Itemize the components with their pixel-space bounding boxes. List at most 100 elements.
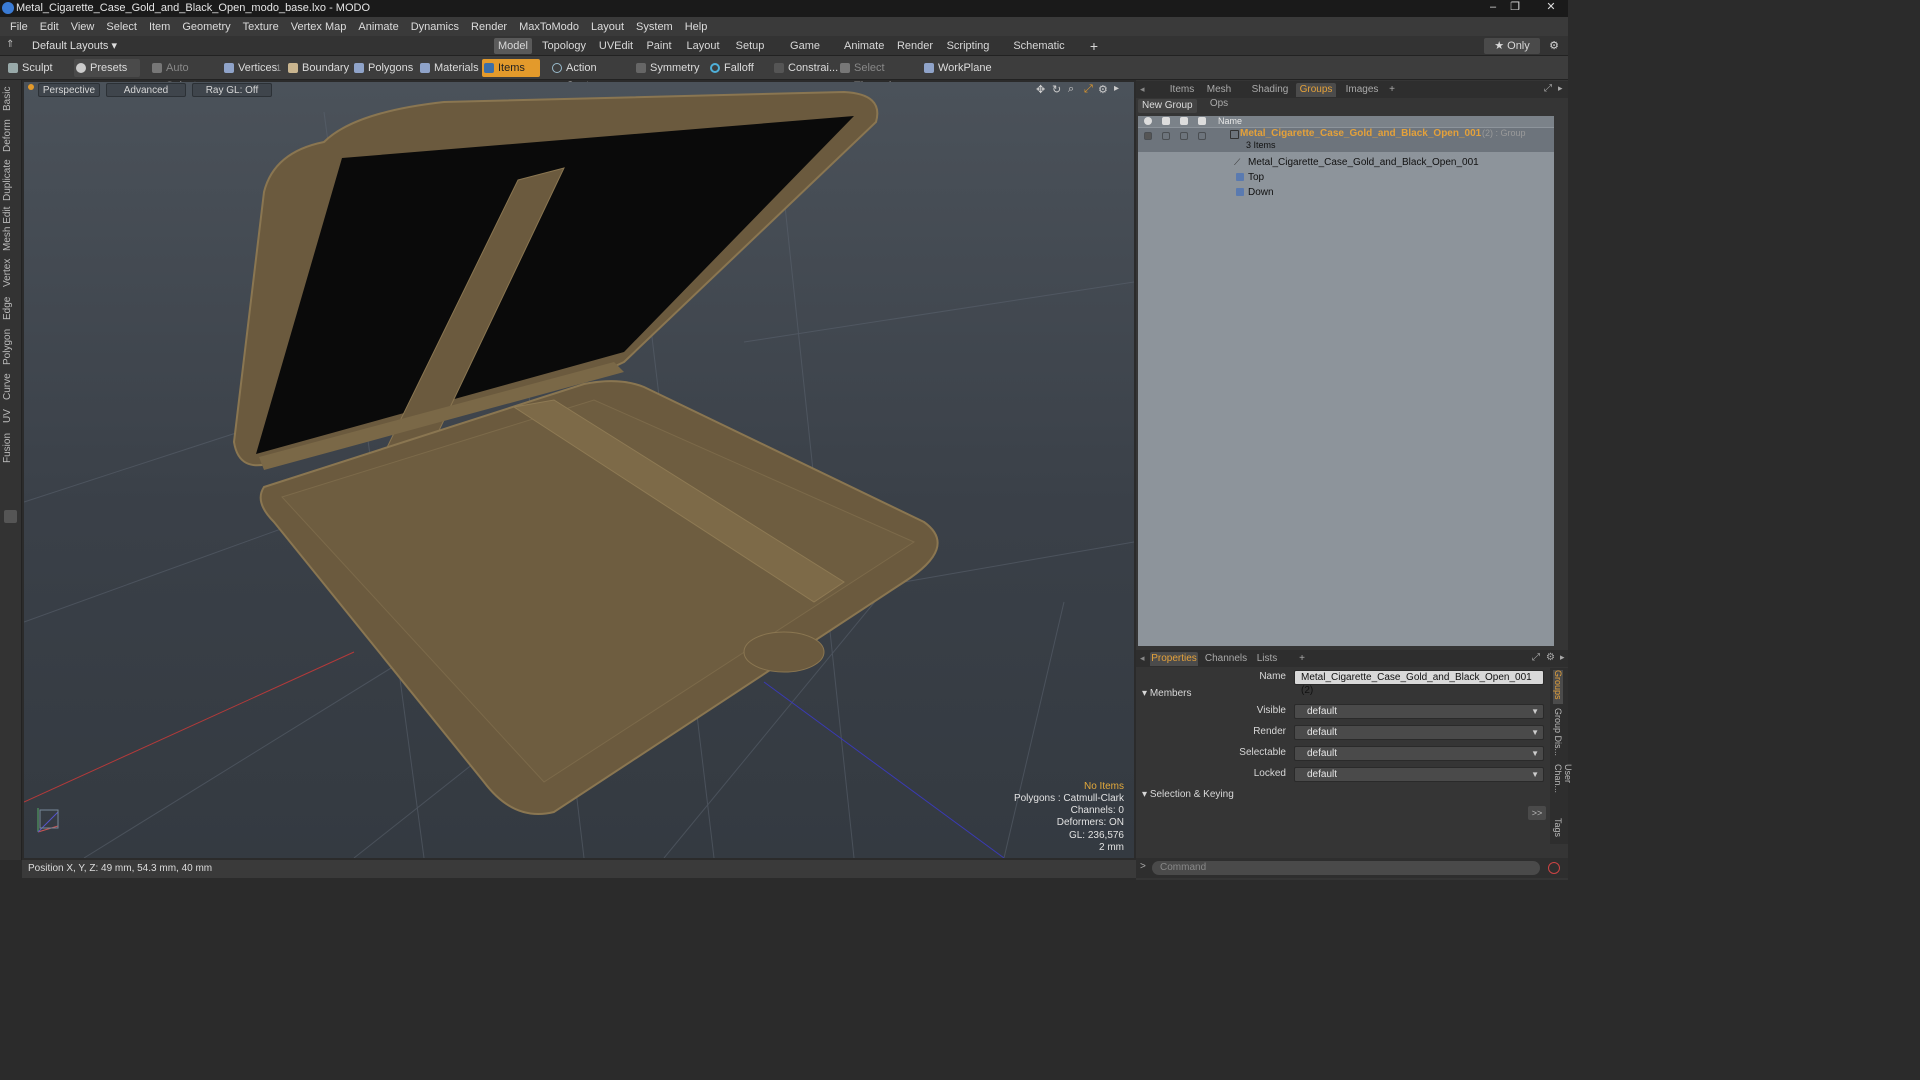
polygons-button[interactable]: Polygons (352, 59, 413, 77)
items-button[interactable]: Items (482, 59, 540, 77)
group-child-row[interactable]: Down (1138, 185, 1554, 200)
tab-shading[interactable]: Shading (1248, 83, 1292, 97)
tab-model[interactable]: Model (494, 38, 532, 54)
tab-paint[interactable]: Paint (644, 38, 674, 54)
panel-menu-icon[interactable]: ▸ (1560, 652, 1565, 663)
tab-scripting[interactable]: Scripting (946, 38, 990, 54)
side-tab-tags[interactable]: Tags (1553, 818, 1563, 842)
vtab-fusion[interactable]: Fusion (2, 430, 20, 466)
vtab-duplicate[interactable]: Duplicate (2, 158, 20, 202)
menu-animate[interactable]: Animate (352, 21, 404, 33)
tab-setup[interactable]: Setup (734, 38, 766, 54)
layout-dropdown[interactable]: Default Layouts ▾ (32, 38, 117, 54)
rotate-view-icon[interactable]: ↻ (1052, 83, 1061, 96)
render-dropdown[interactable]: default ▼ (1294, 725, 1544, 740)
zoom-view-icon[interactable]: ⌕ (1068, 83, 1074, 96)
group-select-icon[interactable] (1180, 132, 1188, 140)
layout-arrow-icon[interactable]: ⇑ (6, 39, 14, 50)
tab-animate[interactable]: Animate (844, 38, 884, 54)
viewport-settings-icon[interactable]: ⚙ (1098, 83, 1108, 96)
menu-edit[interactable]: Edit (34, 21, 65, 33)
tab-items[interactable]: Items (1162, 83, 1202, 97)
action-center-button[interactable]: Action Center (550, 59, 626, 92)
panel-settings-icon[interactable]: ⚙ (1546, 652, 1555, 663)
members-section[interactable]: ▾ Members (1142, 688, 1192, 699)
minimize-button[interactable]: – (1482, 0, 1504, 15)
auto-select-button[interactable]: Auto Select (150, 59, 216, 92)
menu-system[interactable]: System (630, 21, 679, 33)
panel-menu-icon[interactable]: ▸ (1558, 83, 1563, 94)
menu-maxtomodo[interactable]: MaxToModo (513, 21, 585, 33)
group-child-row[interactable]: ⟋ Metal_Cigarette_Case_Gold_and_Black_Op… (1138, 155, 1554, 170)
raygl-toggle[interactable]: Ray GL: Off (192, 83, 272, 97)
panel-maximize-icon[interactable]: ⤢ (1544, 83, 1552, 94)
locked-dropdown[interactable]: default ▼ (1294, 767, 1544, 782)
group-visibility-icon[interactable] (1144, 132, 1152, 140)
new-group-button[interactable]: New Group (1138, 99, 1197, 113)
falloff-button[interactable]: Falloff (708, 59, 758, 77)
presets-button[interactable]: Presets (74, 59, 140, 77)
side-tab-group-display[interactable]: Group Dis... (1553, 708, 1563, 760)
group-render-icon[interactable] (1162, 132, 1170, 140)
menu-item[interactable]: Item (143, 21, 176, 33)
tab-properties[interactable]: Properties (1150, 652, 1198, 666)
vtab-polygon[interactable]: Polygon (2, 326, 20, 368)
vtab-vertex[interactable]: Vertex (2, 256, 20, 290)
tab-lists[interactable]: Lists (1252, 652, 1282, 666)
3d-viewport[interactable]: Perspective Advanced Ray GL: Off ✥ ↻ ⌕ ⤢… (24, 82, 1134, 858)
panel-maximize-icon[interactable]: ⤢ (1532, 652, 1540, 663)
viewport-expand-icon[interactable]: ▸ (1114, 83, 1119, 94)
tab-topology[interactable]: Topology (540, 38, 588, 54)
tab-channels[interactable]: Channels (1204, 652, 1248, 666)
menu-texture[interactable]: Texture (237, 21, 285, 33)
group-lock-icon[interactable] (1198, 132, 1206, 140)
tab-groups[interactable]: Groups (1296, 83, 1336, 97)
sculpt-button[interactable]: Sculpt (6, 59, 66, 77)
menu-geometry[interactable]: Geometry (176, 21, 236, 33)
panel-collapse-icon[interactable]: ◂ (1140, 653, 1145, 664)
add-tab-icon[interactable]: + (1086, 38, 1102, 54)
gear-icon[interactable]: ⚙ (1546, 38, 1562, 54)
tab-layout[interactable]: Layout (684, 38, 722, 54)
vtab-deform[interactable]: Deform (2, 118, 20, 154)
vtab-uv[interactable]: UV (2, 406, 20, 426)
side-tab-groups[interactable]: Groups (1553, 670, 1563, 704)
vtab-basic[interactable]: Basic (2, 84, 20, 114)
constraints-button[interactable]: Constrai... (772, 59, 838, 77)
panel-collapse-icon[interactable]: ◂ (1140, 84, 1145, 95)
tab-render[interactable]: Render (896, 38, 934, 54)
workplane-button[interactable]: WorkPlane (922, 59, 992, 77)
vtab-mesh-edit[interactable]: Mesh Edit (2, 206, 20, 252)
close-button[interactable]: ✕ (1536, 0, 1566, 15)
symmetry-button[interactable]: Symmetry (634, 59, 700, 77)
group-child-row[interactable]: Top (1138, 170, 1554, 185)
group-row[interactable]: Metal_Cigarette_Case_Gold_and_Black_Open… (1138, 128, 1554, 152)
add-panel-tab-icon[interactable]: + (1296, 652, 1308, 666)
vtab-curve[interactable]: Curve (2, 372, 20, 402)
command-stop-icon[interactable] (1548, 862, 1560, 874)
materials-button[interactable]: Materials (418, 59, 479, 77)
menu-layout[interactable]: Layout (585, 21, 630, 33)
menu-file[interactable]: File (4, 21, 34, 33)
menu-vertex-map[interactable]: Vertex Map (285, 21, 353, 33)
side-tab-user-channels[interactable]: User Chan... (1553, 764, 1573, 814)
tab-game-tools[interactable]: Game Tools (776, 38, 834, 68)
add-panel-tab-icon[interactable]: + (1386, 83, 1398, 97)
maximize-button[interactable]: ❐ (1504, 0, 1526, 15)
menu-view[interactable]: View (65, 21, 101, 33)
selectable-dropdown[interactable]: default ▼ (1294, 746, 1544, 761)
boundary-button[interactable]: Boundary (286, 59, 349, 77)
menu-help[interactable]: Help (679, 21, 714, 33)
panel-toggle-icon[interactable] (4, 510, 17, 523)
fit-view-icon[interactable]: ⤢ (1084, 83, 1093, 96)
visible-dropdown[interactable]: default ▼ (1294, 704, 1544, 719)
tab-schematic-fusion[interactable]: Schematic Fusion (1000, 38, 1078, 68)
view-mode-dropdown[interactable]: Perspective (38, 83, 100, 97)
shading-dropdown[interactable]: Advanced (106, 83, 186, 97)
vtab-edge[interactable]: Edge (2, 294, 20, 322)
menu-select[interactable]: Select (100, 21, 143, 33)
menu-render[interactable]: Render (465, 21, 513, 33)
tab-mesh-ops[interactable]: Mesh Ops (1198, 83, 1240, 109)
command-input[interactable]: Command (1152, 861, 1540, 875)
expand-button[interactable]: >> (1528, 806, 1546, 820)
